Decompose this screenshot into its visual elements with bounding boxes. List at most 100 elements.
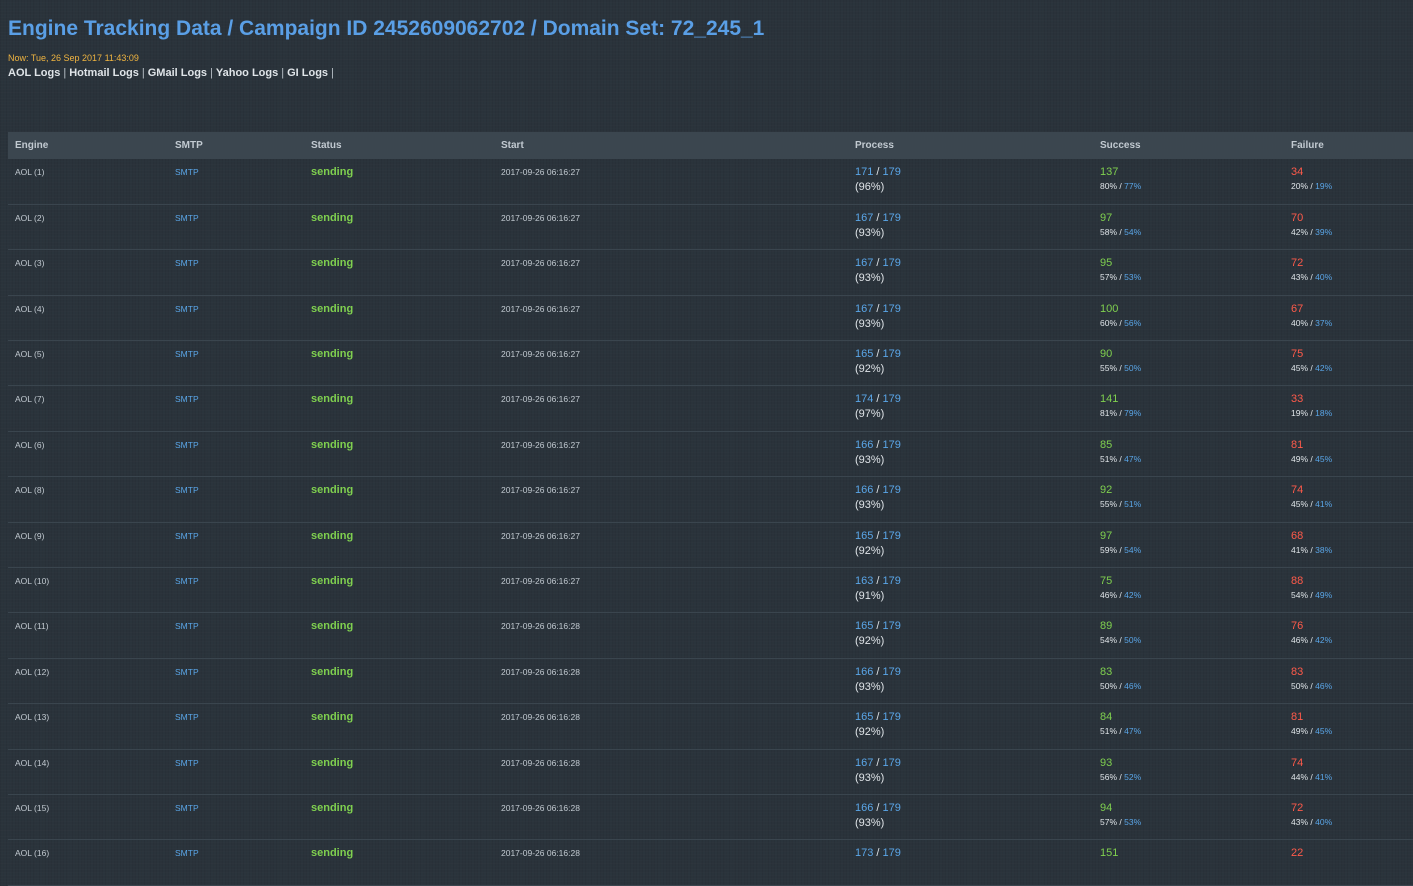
failure-cell: 76 46% / 42% xyxy=(1284,613,1413,658)
success-percent-a: 55% xyxy=(1100,499,1118,510)
success-count: 83 xyxy=(1100,665,1113,678)
success-percent-a: 58% xyxy=(1100,226,1118,237)
process-cell: 165 / 179 (92%) xyxy=(848,704,1093,749)
success-percent-a: 55% xyxy=(1100,363,1118,374)
engine-name: AOL (2) xyxy=(15,212,45,223)
failure-count: 83 xyxy=(1291,665,1304,678)
current-time: Now: Tue, 26 Sep 2017 11:43:09 xyxy=(8,53,139,63)
failure-count: 72 xyxy=(1291,257,1304,270)
link-separator: | xyxy=(63,67,67,79)
smtp-link[interactable]: SMTP xyxy=(168,431,304,476)
failure-cell: 88 54% / 49% xyxy=(1284,568,1413,613)
process-cell: 166 / 179 (93%) xyxy=(848,431,1093,476)
total-count: 179 xyxy=(882,393,901,406)
success-cell: 100 60% / 56% xyxy=(1093,295,1284,340)
success-percent-b: 56% xyxy=(1124,317,1142,328)
engine-name: AOL (10) xyxy=(15,576,50,587)
status-text: sending xyxy=(311,257,354,270)
failure-cell: 22 xyxy=(1284,840,1413,885)
smtp-link[interactable]: SMTP xyxy=(168,658,304,703)
process-cell: 167 / 179 (93%) xyxy=(848,250,1093,295)
total-count: 179 xyxy=(882,438,901,451)
failure-percent-a: 54% xyxy=(1291,590,1309,601)
failure-percent: 43% / 40% xyxy=(1291,816,1413,829)
success-percent: 57% / 53% xyxy=(1100,816,1284,829)
engine-name: AOL (12) xyxy=(15,666,50,677)
success-count: 92 xyxy=(1100,484,1113,497)
start-time: 2017-09-26 06:16:27 xyxy=(501,167,580,177)
smtp-link[interactable]: SMTP xyxy=(168,794,304,839)
failure-cell: 68 41% / 38% xyxy=(1284,522,1413,567)
engine-name: AOL (7) xyxy=(15,394,45,405)
failure-count: 70 xyxy=(1291,211,1304,224)
smtp-link[interactable]: SMTP xyxy=(168,613,304,658)
success-count: 93 xyxy=(1100,756,1113,769)
smtp-link[interactable]: SMTP xyxy=(168,522,304,567)
processed-count: 167 xyxy=(855,302,874,315)
smtp-link[interactable]: SMTP xyxy=(168,840,304,885)
link-gmail-logs[interactable]: GMail Logs xyxy=(148,67,207,79)
status-text: sending xyxy=(311,847,354,860)
link-aol-logs[interactable]: AOL Logs xyxy=(8,67,60,79)
failure-cell: 75 45% / 42% xyxy=(1284,341,1413,386)
processed-count: 167 xyxy=(855,257,874,270)
link-yahoo-logs[interactable]: Yahoo Logs xyxy=(216,67,278,79)
success-percent-a: 54% xyxy=(1100,635,1118,646)
smtp-link[interactable]: SMTP xyxy=(168,386,304,431)
link-gi-logs[interactable]: GI Logs xyxy=(287,67,328,79)
table-row: AOL (2) SMTP sending 2017-09-26 06:16:27… xyxy=(8,204,1413,250)
failure-percent: 49% / 45% xyxy=(1291,725,1413,738)
failure-percent: 45% / 41% xyxy=(1291,498,1413,511)
failure-cell: 34 20% / 19% xyxy=(1284,159,1413,204)
success-count: 151 xyxy=(1100,847,1119,860)
success-percent-b: 50% xyxy=(1124,363,1142,374)
smtp-link[interactable]: SMTP xyxy=(168,341,304,386)
success-percent-b: 77% xyxy=(1124,181,1142,191)
status-text: sending xyxy=(311,438,354,451)
processed-count: 166 xyxy=(855,484,874,497)
failure-count: 33 xyxy=(1291,393,1304,406)
failure-cell: 83 50% / 46% xyxy=(1284,658,1413,703)
failure-percent-b: 38% xyxy=(1315,544,1333,555)
engine-name: AOL (13) xyxy=(15,712,50,723)
smtp-link[interactable]: SMTP xyxy=(168,250,304,295)
failure-cell: 72 43% / 40% xyxy=(1284,250,1413,295)
smtp-link[interactable]: SMTP xyxy=(168,159,304,204)
total-count: 179 xyxy=(882,166,901,178)
process-percent: (96%) xyxy=(855,181,885,193)
smtp-link[interactable]: SMTP xyxy=(168,295,304,340)
link-hotmail-logs[interactable]: Hotmail Logs xyxy=(69,67,139,79)
process-cell: 166 / 179 (93%) xyxy=(848,477,1093,522)
smtp-link[interactable]: SMTP xyxy=(168,568,304,613)
status-text: sending xyxy=(311,348,354,361)
success-percent: 46% / 42% xyxy=(1100,589,1284,602)
smtp-link[interactable]: SMTP xyxy=(168,749,304,794)
table-row: AOL (3) SMTP sending 2017-09-26 06:16:27… xyxy=(8,250,1413,296)
success-percent-b: 46% xyxy=(1124,680,1142,691)
engine-name: AOL (11) xyxy=(15,621,49,632)
status-text: sending xyxy=(311,665,354,678)
process-cell: 174 / 179 (97%) xyxy=(848,386,1093,431)
process-percent: (92%) xyxy=(855,544,885,557)
status-text: sending xyxy=(311,620,354,633)
table-row: AOL (9) SMTP sending 2017-09-26 06:16:27… xyxy=(8,522,1413,568)
failure-percent-a: 45% xyxy=(1291,499,1309,510)
success-percent-a: 46% xyxy=(1100,590,1118,601)
smtp-link[interactable]: SMTP xyxy=(168,204,304,249)
failure-percent-b: 45% xyxy=(1315,453,1333,464)
success-percent-a: 50% xyxy=(1100,680,1118,691)
process-percent: (92%) xyxy=(855,726,885,739)
success-count: 90 xyxy=(1100,348,1113,361)
success-percent: 58% / 54% xyxy=(1100,226,1284,239)
status-text: sending xyxy=(311,211,354,224)
smtp-link[interactable]: SMTP xyxy=(168,477,304,522)
failure-count: 88 xyxy=(1291,575,1304,588)
success-percent-b: 54% xyxy=(1124,544,1142,555)
processed-count: 165 xyxy=(855,529,874,542)
engine-table-wrapper: Engine SMTP Status Start Process Success… xyxy=(8,132,1413,886)
success-percent: 55% / 51% xyxy=(1100,498,1284,511)
start-time: 2017-09-26 06:16:28 xyxy=(501,802,580,813)
process-cell: 167 / 179 (93%) xyxy=(848,295,1093,340)
smtp-link[interactable]: SMTP xyxy=(168,704,304,749)
failure-count: 67 xyxy=(1291,302,1304,315)
